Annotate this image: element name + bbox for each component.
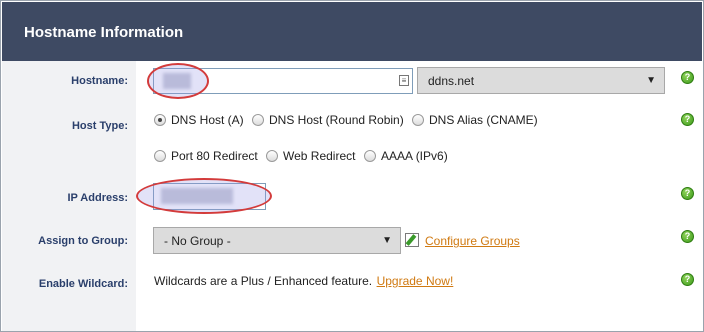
radio-web-redirect[interactable]: Web Redirect — [266, 149, 355, 163]
help-icon[interactable]: ? — [681, 187, 694, 200]
ip-address-label: IP Address: — [67, 192, 128, 204]
radio-dns-host-round-robin[interactable]: DNS Host (Round Robin) — [252, 113, 404, 127]
help-icon[interactable]: ? — [681, 273, 694, 286]
radio-label: DNS Host (Round Robin) — [269, 113, 404, 127]
annotation-ellipse — [136, 178, 272, 214]
panel-header: Hostname Information — [2, 2, 702, 61]
configure-groups-link[interactable]: Configure Groups — [425, 234, 520, 248]
host-type-label: Host Type: — [71, 120, 128, 132]
panel-title: Hostname Information — [24, 24, 184, 41]
radio-aaaa-ipv6[interactable]: AAAA (IPv6) — [364, 149, 448, 163]
assign-group-label: Assign to Group: — [38, 235, 128, 247]
radio-button[interactable] — [154, 150, 166, 162]
group-value: - No Group - — [164, 234, 231, 248]
hostname-panel: Hostname Information Hostname: ≡ ddns.ne… — [0, 0, 704, 332]
radio-dns-host-a[interactable]: DNS Host (A) — [154, 113, 244, 127]
radio-button[interactable] — [154, 114, 166, 126]
enable-wildcard-label: Enable Wildcard: — [38, 278, 128, 290]
chevron-down-icon: ▼ — [382, 235, 392, 246]
wildcard-text: Wildcards are a Plus / Enhanced feature. — [154, 274, 373, 288]
upgrade-now-link[interactable]: Upgrade Now! — [377, 274, 454, 288]
radio-dns-alias-cname[interactable]: DNS Alias (CNAME) — [412, 113, 538, 127]
radio-label: Web Redirect — [283, 149, 356, 163]
wildcard-row: Wildcards are a Plus / Enhanced feature.… — [154, 272, 453, 290]
radio-label: DNS Host (A) — [171, 113, 244, 127]
radio-label: AAAA (IPv6) — [381, 149, 448, 163]
help-icon[interactable]: ? — [681, 230, 694, 243]
radio-port-80-redirect[interactable]: Port 80 Redirect — [154, 149, 258, 163]
domain-select[interactable]: ddns.net ▼ — [417, 67, 665, 94]
help-icon[interactable]: ? — [681, 71, 694, 84]
radio-button[interactable] — [266, 150, 278, 162]
radio-label: Port 80 Redirect — [171, 149, 258, 163]
chevron-down-icon: ▼ — [646, 75, 656, 86]
radio-button[interactable] — [252, 114, 264, 126]
radio-button[interactable] — [364, 150, 376, 162]
radio-button[interactable] — [412, 114, 424, 126]
hostname-label: Hostname: — [71, 75, 128, 87]
edit-icon[interactable] — [405, 233, 419, 247]
help-icon[interactable]: ? — [681, 113, 694, 126]
autofill-icon[interactable]: ≡ — [399, 75, 409, 86]
radio-label: DNS Alias (CNAME) — [429, 113, 538, 127]
annotation-ellipse — [147, 63, 209, 99]
group-select[interactable]: - No Group - ▼ — [153, 227, 401, 254]
domain-value: ddns.net — [428, 74, 475, 88]
